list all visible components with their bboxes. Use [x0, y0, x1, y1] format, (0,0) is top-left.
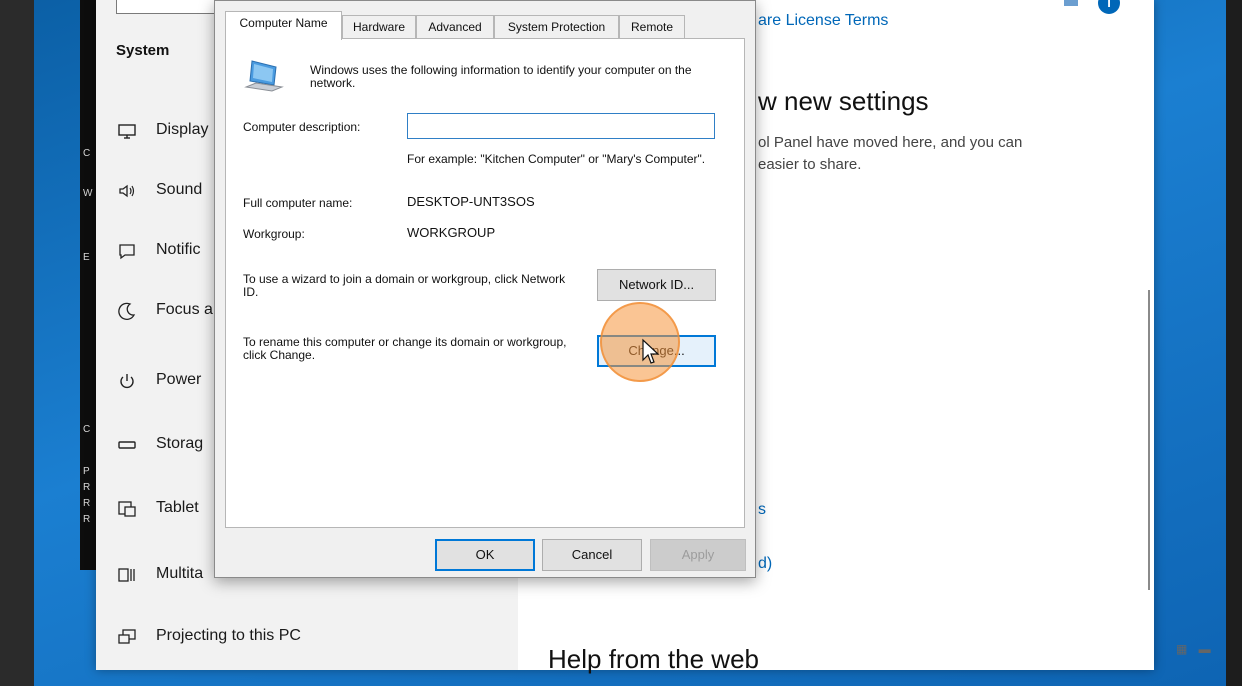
sidebar-heading: System [116, 42, 170, 59]
related-link[interactable]: s [758, 501, 766, 519]
console-text-char: E [83, 252, 90, 263]
screen-left-edge [0, 0, 34, 686]
network-id-instructions: To use a wizard to join a domain or work… [243, 272, 566, 299]
sidebar-item-label: Storag [156, 435, 204, 452]
network-id-button[interactable]: Network ID... [597, 269, 716, 301]
sidebar-item-label: Focus a [156, 301, 213, 318]
window-control-fragment [1064, 0, 1078, 6]
console-text-char: P [83, 466, 90, 477]
monitor-icon [116, 120, 138, 142]
computer-description-input[interactable] [407, 113, 715, 139]
power-icon [116, 370, 138, 392]
multitasking-icon [116, 564, 138, 586]
sidebar-item-label: Multita [156, 565, 204, 582]
tab-remote[interactable]: Remote [619, 15, 685, 39]
tab-system-protection[interactable]: System Protection [494, 15, 619, 39]
console-text-char: W [83, 188, 93, 199]
workgroup-value: WORKGROUP [407, 225, 496, 240]
content-scrollbar[interactable] [1148, 290, 1150, 590]
console-text-char: R [83, 482, 91, 493]
system-properties-dialog: Computer Name Hardware Advanced System P… [214, 0, 756, 578]
speaker-icon [116, 180, 138, 202]
mouse-cursor-icon [641, 338, 661, 366]
computer-description-label: Computer description: [243, 120, 361, 134]
full-computer-name-label: Full computer name: [243, 196, 353, 210]
new-settings-heading: w new settings [758, 86, 929, 116]
description-example-text: For example: "Kitchen Computer" or "Mary… [407, 152, 706, 166]
click-highlight-indicator [600, 302, 680, 382]
projecting-icon [116, 626, 138, 648]
license-terms-link[interactable]: are License Terms [758, 12, 888, 30]
notification-icon [116, 240, 138, 262]
console-text-char: R [83, 514, 91, 525]
sidebar-item-label: Display [156, 121, 209, 138]
tab-computer-name[interactable]: Computer Name [225, 11, 342, 40]
sidebar-item-projecting[interactable]: Projecting to this PC [96, 608, 518, 668]
ok-button[interactable]: OK [435, 539, 535, 571]
sidebar-item-label: Projecting to this PC [156, 627, 301, 644]
screen-right-edge [1226, 0, 1242, 686]
rename-instructions: To rename this computer or change its do… [243, 335, 567, 362]
console-text-char: R [83, 498, 91, 509]
console-text-char: C [83, 424, 91, 435]
computer-icon [242, 57, 286, 97]
intro-text: Windows uses the following information t… [310, 63, 692, 90]
tab-advanced[interactable]: Advanced [416, 15, 494, 39]
workgroup-label: Workgroup: [243, 227, 305, 241]
help-from-web-heading: Help from the web [548, 644, 759, 674]
sidebar-item-label: Sound [156, 181, 203, 198]
related-link[interactable]: d) [758, 555, 772, 573]
full-computer-name-value: DESKTOP-UNT3SOS [407, 194, 535, 209]
storage-icon [116, 434, 138, 456]
tablet-icon [116, 498, 138, 520]
view-mode-icons[interactable]: ▦ ▬ [1176, 642, 1215, 656]
sidebar-item-label: Tablet [156, 499, 199, 516]
moon-icon [116, 300, 138, 322]
cancel-button[interactable]: Cancel [542, 539, 642, 571]
tab-hardware[interactable]: Hardware [342, 15, 416, 39]
new-settings-description: ol Panel have moved here, and you can ea… [758, 134, 1023, 173]
apply-button[interactable]: Apply [650, 539, 746, 571]
computer-name-panel: Windows uses the following information t… [225, 38, 745, 528]
sidebar-item-label: Power [156, 371, 202, 388]
console-text-char: C [83, 148, 91, 159]
sidebar-item-label: Notific [156, 241, 201, 258]
